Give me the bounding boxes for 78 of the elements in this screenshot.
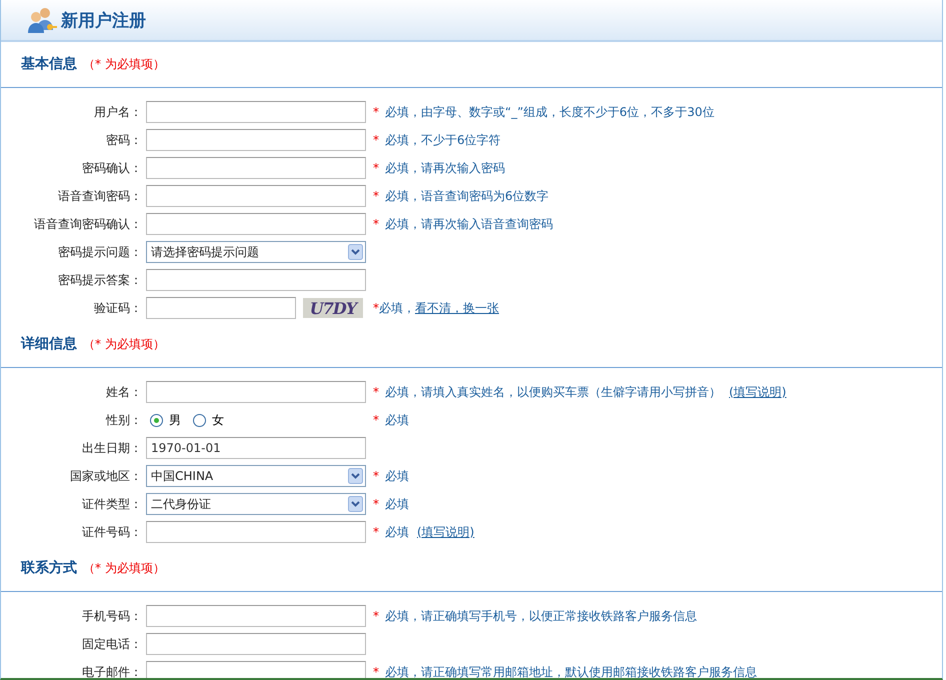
- field-label: 证件类型：: [81, 496, 143, 512]
- asterisk-label: *: [373, 301, 379, 315]
- select-dropdown[interactable]: 二代身份证: [146, 493, 366, 515]
- field-label: 固定电话：: [81, 636, 143, 652]
- hint-text: 必填: [385, 496, 409, 512]
- caret-icon: [348, 468, 363, 484]
- caret-icon: [348, 244, 363, 260]
- select-dropdown[interactable]: 请选择密码提示问题: [146, 241, 366, 263]
- hint-text: 必填，请正确填写手机号，以便正常接收铁路客户服务信息: [385, 608, 697, 624]
- field-label: 证件号码：: [81, 524, 143, 540]
- field-label: 性别：: [104, 412, 143, 428]
- hint-text: 必填，语音查询密码为6位数字: [385, 188, 549, 204]
- section-title: 基本信息: [21, 55, 77, 73]
- asterisk-label: *: [373, 161, 379, 175]
- field-label: 电子邮件：: [81, 664, 143, 678]
- required-note: （* 为必填项）: [83, 336, 165, 353]
- select-dropdown[interactable]: 中国CHINA: [146, 465, 366, 487]
- field-label: 语音查询密码：: [57, 188, 143, 204]
- field-label: 密码提示问题：: [57, 244, 143, 260]
- asterisk-label: *: [373, 609, 379, 623]
- users-icon: [27, 6, 57, 34]
- asterisk-label: *: [373, 497, 379, 511]
- required-note: （* 为必填项）: [83, 56, 165, 73]
- field-label: 姓名：: [105, 384, 143, 400]
- asterisk-label: *: [373, 189, 379, 203]
- input-field[interactable]: 1970-01-01: [146, 437, 366, 459]
- required-note: （* 为必填项）: [83, 560, 165, 577]
- hint-text: 必填，请再次输入密码: [385, 160, 505, 176]
- section-title: 详细信息: [21, 335, 77, 353]
- input-field[interactable]: [146, 269, 366, 291]
- asterisk-label: *: [373, 525, 379, 539]
- input-field[interactable]: [146, 129, 366, 151]
- input-field[interactable]: [146, 185, 366, 207]
- caret-icon: [348, 496, 363, 512]
- radio-button[interactable]: [193, 414, 206, 426]
- input-field[interactable]: [146, 101, 366, 123]
- hint-text: 必填: [385, 468, 409, 484]
- asterisk-label: *: [373, 413, 379, 427]
- input-field[interactable]: [146, 381, 366, 403]
- hint-text: 必填，请填入真实姓名，以便购买车票（生僻字请用小写拼音）: [385, 384, 721, 400]
- input-field[interactable]: [146, 521, 366, 543]
- help-link[interactable]: (填写说明): [417, 524, 474, 540]
- asterisk-label: *: [373, 217, 379, 231]
- hint-text: 必填: [385, 524, 409, 540]
- field-label: 密码确认：: [81, 160, 143, 176]
- page-title: 新用户注册: [61, 10, 146, 32]
- field-label: 手机号码：: [81, 608, 143, 624]
- field-label: 国家或地区：: [69, 468, 143, 484]
- section-title: 联系方式: [21, 559, 77, 577]
- field-label: 用户名：: [93, 104, 143, 120]
- asterisk-label: *: [373, 133, 379, 147]
- hint-text: 必填，不少于6位字符: [385, 132, 501, 148]
- input-field[interactable]: [146, 157, 366, 179]
- hint-text: 必填，请正确填写常用邮箱地址，默认使用邮箱接收铁路客户服务信息: [385, 664, 757, 678]
- asterisk-label: *: [373, 385, 379, 399]
- radio-label: 女: [212, 412, 224, 428]
- input-field[interactable]: [146, 661, 366, 678]
- help-link[interactable]: (填写说明): [729, 384, 786, 400]
- field-label: 密码：: [105, 132, 143, 148]
- hint-text: 必填，由字母、数字或“_”组成，长度不少于6位，不多于30位: [385, 104, 714, 120]
- field-label: 出生日期：: [81, 440, 143, 456]
- input-field[interactable]: [146, 213, 366, 235]
- hint-text: 必填，请再次输入语音查询密码: [385, 216, 553, 232]
- asterisk-label: *: [373, 105, 379, 119]
- captcha-image: U7DY: [303, 298, 363, 318]
- input-field[interactable]: [146, 297, 296, 319]
- field-label: 验证码：: [93, 300, 143, 316]
- field-label: 密码提示答案：: [57, 272, 143, 288]
- input-field[interactable]: [146, 605, 366, 627]
- hint-text: 必填: [385, 412, 409, 428]
- radio-label: 男: [169, 412, 181, 428]
- hint-text: 必填，: [379, 300, 415, 316]
- radio-button[interactable]: [150, 414, 163, 426]
- help-link[interactable]: 看不清，换一张: [415, 300, 499, 316]
- asterisk-label: *: [373, 469, 379, 483]
- asterisk-label: *: [373, 665, 379, 678]
- field-label: 语音查询密码确认：: [33, 216, 143, 232]
- input-field[interactable]: [146, 633, 366, 655]
